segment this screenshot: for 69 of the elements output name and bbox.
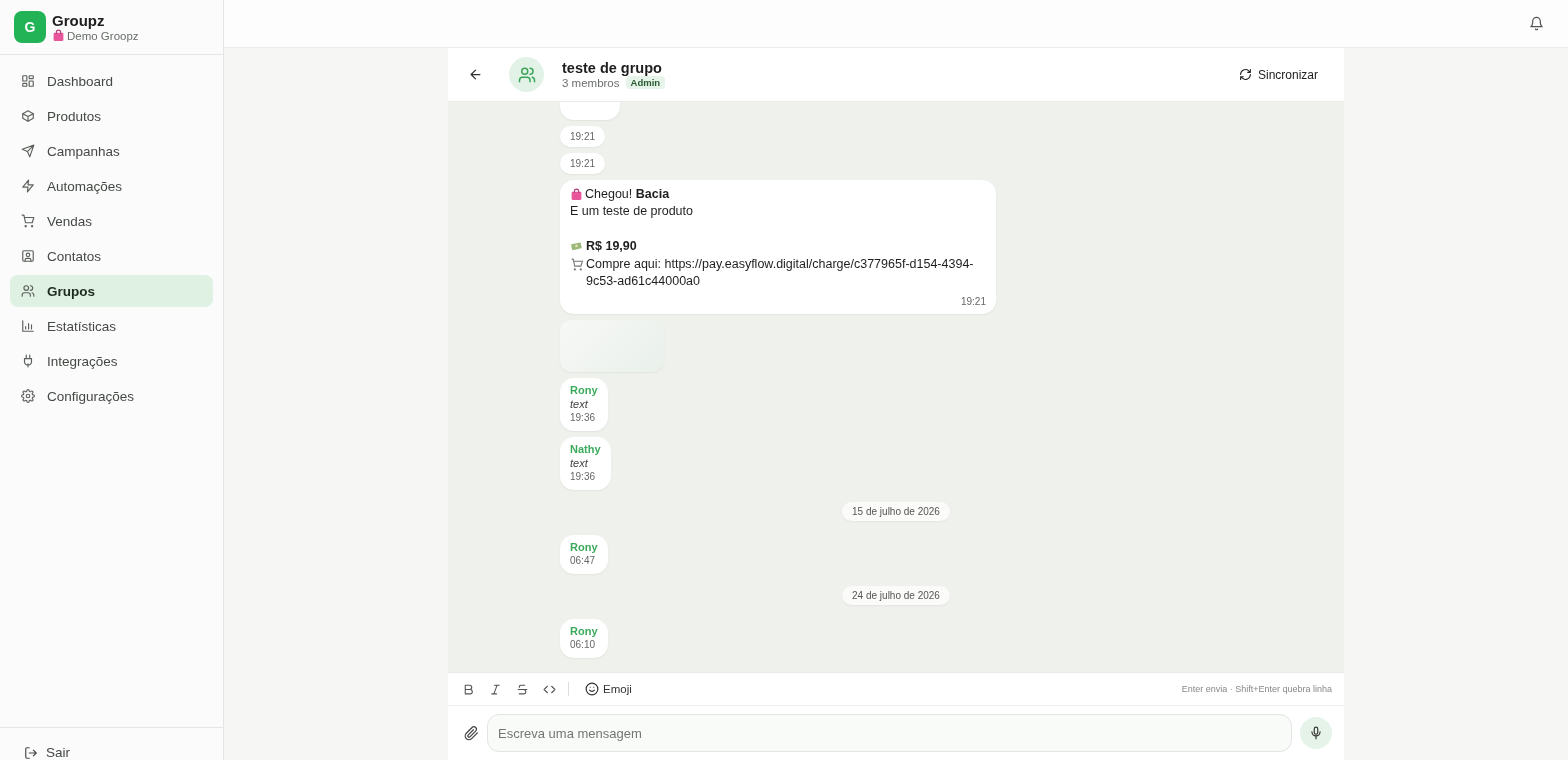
bar-chart-icon xyxy=(21,319,35,333)
workspace-name: Demo Groopz xyxy=(67,29,139,42)
lightning-icon xyxy=(21,179,35,193)
message-time: 19:21 xyxy=(959,294,986,309)
sidebar-item[interactable]: Automações xyxy=(10,170,213,202)
group-title: teste de grupo xyxy=(562,60,663,76)
sync-button[interactable]: Sincronizar xyxy=(1232,66,1324,83)
message-text: text xyxy=(570,457,589,469)
message-time: 19:36 xyxy=(570,471,597,482)
cart-icon xyxy=(570,257,584,271)
sidebar-item[interactable]: Grupos xyxy=(10,275,213,307)
message-time: 19:36 xyxy=(570,412,597,423)
sender-name: Rony xyxy=(570,384,598,396)
paperclip-icon xyxy=(464,725,479,741)
message-time: 06:10 xyxy=(570,639,597,650)
emoji-button[interactable]: Emoji xyxy=(579,681,638,697)
app-name: Groupz xyxy=(52,12,106,29)
italic-icon xyxy=(489,682,502,696)
bold-icon xyxy=(462,682,475,696)
grid-icon xyxy=(21,74,35,88)
refresh-icon xyxy=(1238,68,1252,81)
message-text: R$ 19,90 xyxy=(586,238,637,255)
users-icon xyxy=(517,65,536,84)
back-button[interactable] xyxy=(468,67,483,82)
sender-name: Nathy xyxy=(570,443,601,455)
keyboard-hint: Enter envia · Shift+Enter quebra linha xyxy=(1181,684,1332,694)
date-separator: 24 de julho de 2026 xyxy=(842,586,950,605)
plug-icon xyxy=(21,354,35,368)
sidebar-item[interactable]: Campanhas xyxy=(10,135,213,167)
box-icon xyxy=(21,109,35,123)
member-count: 3 membros xyxy=(562,76,620,89)
users-icon xyxy=(21,284,35,298)
notification-button[interactable] xyxy=(1527,14,1546,33)
money-icon xyxy=(570,240,584,253)
strikethrough-icon xyxy=(516,682,529,696)
cart-icon xyxy=(21,214,35,228)
sender-name: Rony xyxy=(570,541,598,553)
smiley-icon xyxy=(585,682,599,696)
message-text: E um teste de produto xyxy=(570,203,693,220)
settings-icon xyxy=(21,389,35,403)
logout-icon xyxy=(24,745,38,760)
microphone-button[interactable] xyxy=(1300,717,1332,749)
send-icon xyxy=(21,144,35,158)
sidebar-item[interactable]: Produtos xyxy=(10,100,213,132)
shopping-bag-icon xyxy=(570,187,583,201)
app-logo: G xyxy=(14,11,46,43)
message-text: Compre aqui: https://pay.easyflow.digital/charge/c377965f-d154-4394-9c53-ad61c44000a0 xyxy=(586,255,975,290)
sidebar-item[interactable]: Configurações xyxy=(10,380,213,412)
message-time: 06:47 xyxy=(570,555,597,566)
role-badge: Admin xyxy=(625,76,666,89)
sidebar-item[interactable]: Vendas xyxy=(10,205,213,237)
message-text: Chegou! Bacia xyxy=(585,185,670,203)
logout-button[interactable]: Sair xyxy=(24,745,70,760)
sidebar-item[interactable]: Estatísticas xyxy=(10,310,213,342)
bell-icon xyxy=(1529,16,1544,31)
sidebar-item[interactable]: Contatos xyxy=(10,240,213,272)
contact-card-icon xyxy=(21,249,35,263)
message-text: text xyxy=(570,398,589,410)
message-time: 19:21 xyxy=(560,152,606,174)
attach-button[interactable] xyxy=(464,725,479,741)
arrow-left-icon xyxy=(468,67,483,82)
message-input[interactable]: Escreva uma mensagem xyxy=(487,714,1292,752)
sidebar-item[interactable]: Dashboard xyxy=(10,65,213,97)
message-time: 19:21 xyxy=(560,125,606,147)
microphone-icon xyxy=(1309,726,1323,740)
shopping-bag-icon xyxy=(52,29,65,42)
date-separator: 15 de julho de 2026 xyxy=(842,502,950,521)
sender-name: Rony xyxy=(570,625,598,637)
sidebar-item[interactable]: Integrações xyxy=(10,345,213,377)
